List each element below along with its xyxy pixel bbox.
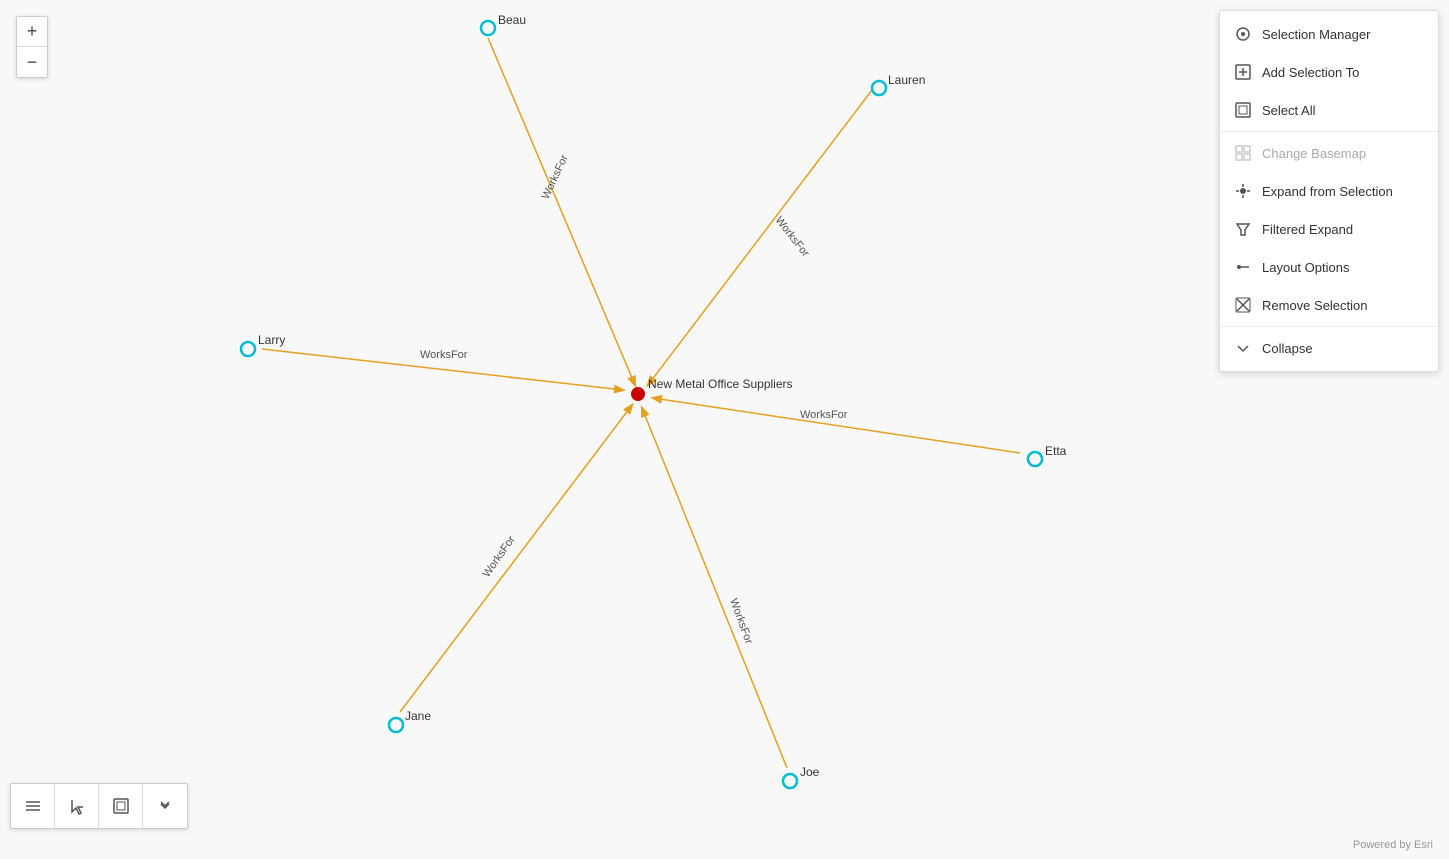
node-label-jane: Jane	[405, 709, 431, 723]
frame-button[interactable]	[99, 784, 143, 828]
node-lauren[interactable]	[872, 81, 886, 95]
edge-label-joe: WorksFor	[727, 597, 755, 646]
node-larry[interactable]	[241, 342, 255, 356]
zoom-in-button[interactable]: +	[17, 17, 47, 47]
node-etta[interactable]	[1028, 452, 1042, 466]
node-label-larry: Larry	[258, 333, 285, 347]
node-jane[interactable]	[389, 718, 403, 732]
edge-beau	[488, 38, 635, 385]
list-button[interactable]	[11, 784, 55, 828]
node-label-etta: Etta	[1045, 444, 1067, 458]
remove-selection-icon	[1234, 296, 1252, 314]
zoom-controls: + −	[16, 16, 48, 78]
node-label-beau: Beau	[498, 13, 526, 27]
menu-item-add-selection-to[interactable]: Add Selection To	[1220, 53, 1438, 91]
powered-by-label: Powered by Esri	[1353, 839, 1433, 851]
more-button[interactable]	[143, 784, 187, 828]
menu-item-change-basemap: Change Basemap	[1220, 134, 1438, 172]
menu-item-layout-options[interactable]: Layout Options	[1220, 248, 1438, 286]
context-menu: Selection Manager Add Selection To Selec…	[1219, 10, 1439, 372]
separator-1	[1220, 131, 1438, 132]
menu-label-select-all: Select All	[1262, 103, 1315, 118]
select-all-icon	[1234, 101, 1252, 119]
edge-jane	[400, 405, 632, 712]
edge-label-etta: WorksFor	[800, 409, 848, 421]
separator-2	[1220, 326, 1438, 327]
add-selection-icon	[1234, 63, 1252, 81]
layout-options-icon	[1234, 258, 1252, 276]
edge-label-lauren: WorksFor	[773, 214, 812, 259]
expand-from-selection-icon	[1234, 182, 1252, 200]
menu-label-add-selection-to: Add Selection To	[1262, 65, 1359, 80]
edge-label-jane: WorksFor	[481, 534, 518, 580]
menu-item-select-all[interactable]: Select All	[1220, 91, 1438, 129]
edge-etta	[653, 398, 1020, 453]
node-beau[interactable]	[481, 21, 495, 35]
zoom-out-button[interactable]: −	[17, 47, 47, 77]
menu-item-selection-manager[interactable]: Selection Manager	[1220, 15, 1438, 53]
edge-label-beau: WorksFor	[540, 153, 571, 201]
node-label-lauren: Lauren	[888, 73, 925, 87]
edge-lauren	[648, 90, 872, 385]
menu-label-selection-manager: Selection Manager	[1262, 27, 1370, 42]
edge-label-larry: WorksFor	[420, 349, 468, 361]
menu-label-collapse: Collapse	[1262, 341, 1313, 356]
menu-item-expand-from-selection[interactable]: Expand from Selection	[1220, 172, 1438, 210]
menu-item-collapse[interactable]: Collapse	[1220, 329, 1438, 367]
change-basemap-icon	[1234, 144, 1252, 162]
node-center[interactable]	[631, 387, 645, 401]
menu-label-filtered-expand: Filtered Expand	[1262, 222, 1353, 237]
collapse-icon	[1234, 339, 1252, 357]
menu-label-remove-selection: Remove Selection	[1262, 298, 1368, 313]
menu-label-layout-options: Layout Options	[1262, 260, 1349, 275]
node-label-joe: Joe	[800, 765, 820, 779]
menu-label-expand-from-selection: Expand from Selection	[1262, 184, 1393, 199]
edge-joe	[642, 408, 787, 768]
pointer-button[interactable]	[55, 784, 99, 828]
menu-item-remove-selection[interactable]: Remove Selection	[1220, 286, 1438, 324]
node-label-center: New Metal Office Suppliers	[648, 377, 793, 391]
bottom-toolbar	[10, 783, 188, 829]
menu-label-change-basemap: Change Basemap	[1262, 146, 1366, 161]
node-joe[interactable]	[783, 774, 797, 788]
filtered-expand-icon	[1234, 220, 1252, 238]
menu-item-filtered-expand[interactable]: Filtered Expand	[1220, 210, 1438, 248]
selection-manager-icon	[1234, 25, 1252, 43]
